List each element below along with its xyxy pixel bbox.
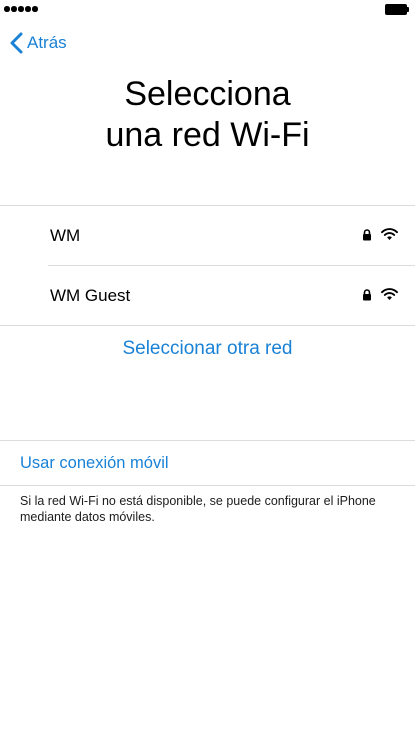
back-button-label: Atrás <box>27 33 67 52</box>
lock-icon <box>363 229 371 241</box>
back-button[interactable]: Atrás <box>10 30 67 56</box>
divider <box>0 485 415 486</box>
mobile-footnote: Si la red Wi-Fi no está disponible, se p… <box>20 494 376 524</box>
divider <box>0 440 415 441</box>
page-title: Selecciona una red Wi-Fi <box>0 74 415 156</box>
page-title-line-2: una red Wi-Fi <box>105 116 310 154</box>
signal-strength-icon <box>4 6 38 12</box>
select-other-network-button[interactable]: Seleccionar otra red <box>0 338 415 360</box>
status-bar <box>0 0 415 20</box>
network-item-wm[interactable]: WM <box>48 206 415 265</box>
chevron-left-icon <box>10 32 23 54</box>
divider <box>0 325 415 326</box>
wifi-icon <box>381 228 398 240</box>
network-name: WM Guest <box>50 286 131 305</box>
lock-icon <box>363 289 371 301</box>
page-title-line-1: Selecciona <box>124 75 291 113</box>
battery-icon <box>385 4 409 15</box>
network-name: WM <box>50 226 81 245</box>
use-mobile-connection-link[interactable]: Usar conexión móvil <box>20 454 169 473</box>
wifi-icon <box>381 288 398 300</box>
network-item-wm-guest[interactable]: WM Guest <box>48 266 415 325</box>
